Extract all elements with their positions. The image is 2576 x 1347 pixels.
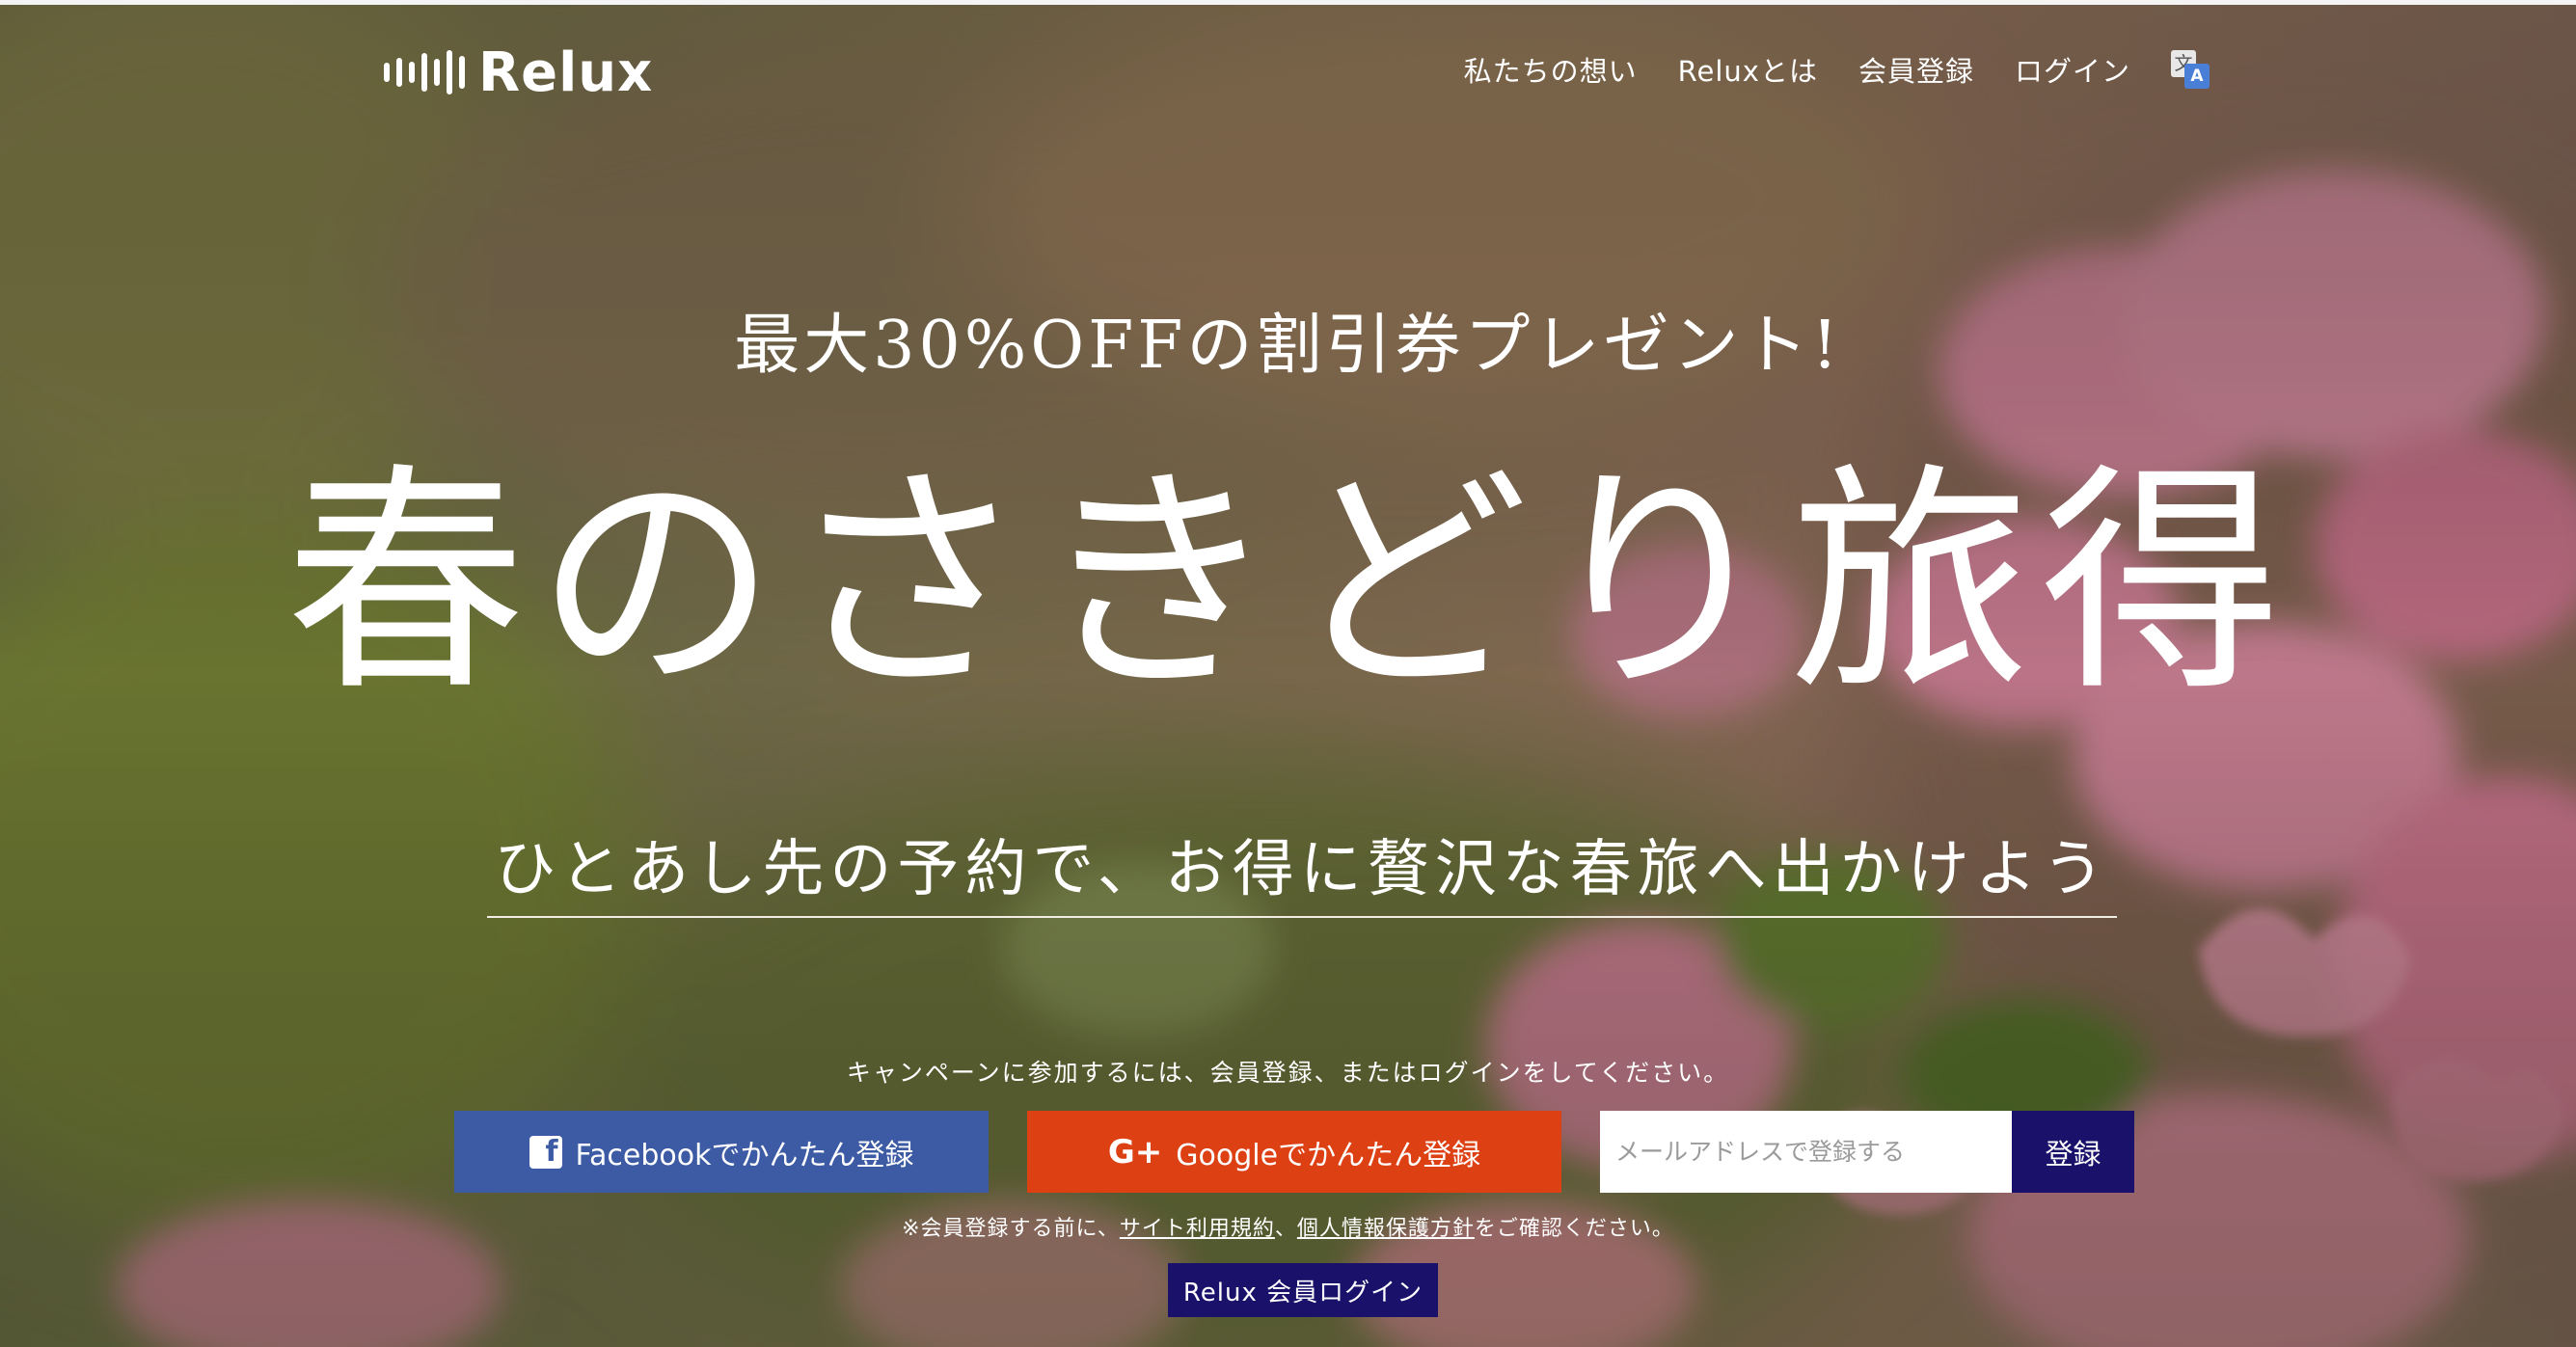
terms-link[interactable]: サイト利用規約 — [1120, 1217, 1275, 1241]
soundwave-icon — [384, 43, 465, 101]
translate-icon[interactable]: 文 A — [2171, 50, 2210, 89]
google-signup-button[interactable]: G+ Googleでかんたん登録 — [1027, 1111, 1561, 1193]
google-plus-icon: G+ — [1107, 1132, 1163, 1172]
nav-item-about-relux[interactable]: Reluxとは — [1678, 49, 1818, 90]
facebook-signup-label: Facebookでかんたん登録 — [575, 1138, 914, 1172]
signup-notice: ※会員登録する前に、サイト利用規約、個人情報保護方針をご確認ください。 — [0, 1211, 2576, 1242]
notice-prefix: ※会員登録する前に、 — [902, 1217, 1120, 1241]
campaign-tagline: ひとあし先の予約で、お得に贅沢な春旅へ出かけよう — [494, 834, 2110, 905]
facebook-signup-button[interactable]: f Facebookでかんたん登録 — [454, 1111, 989, 1193]
signup-instruction: キャンペーンに参加するには、会員登録、またはログインをしてください。 — [846, 1059, 1730, 1087]
register-button[interactable]: 登録 — [2012, 1111, 2134, 1193]
campaign-title: 春のさきどり旅得 — [285, 443, 2291, 723]
notice-suffix: をご確認ください。 — [1474, 1217, 1674, 1241]
relux-logo[interactable]: Relux — [384, 39, 653, 106]
campaign-subtitle: 最大30%OFFの割引券プレゼント! — [734, 308, 1842, 384]
nav-item-login[interactable]: ログイン — [2015, 49, 2130, 90]
notice-separator: 、 — [1274, 1217, 1297, 1241]
member-login-button[interactable]: Relux 会員ログイン — [1168, 1263, 1438, 1317]
tagline-underline — [487, 916, 2117, 918]
nav-item-our-thoughts[interactable]: 私たちの想い — [1464, 49, 1638, 90]
google-signup-label: Googleでかんたん登録 — [1176, 1138, 1481, 1172]
privacy-policy-link[interactable]: 個人情報保護方針 — [1297, 1217, 1475, 1241]
top-nav: 私たちの想い Reluxとは 会員登録 ログイン 文 A — [1464, 42, 2210, 96]
nav-item-signup[interactable]: 会員登録 — [1858, 49, 1974, 90]
email-signup-input[interactable] — [1600, 1111, 2012, 1193]
logo-text: Relux — [478, 40, 654, 104]
facebook-icon: f — [529, 1135, 562, 1169]
